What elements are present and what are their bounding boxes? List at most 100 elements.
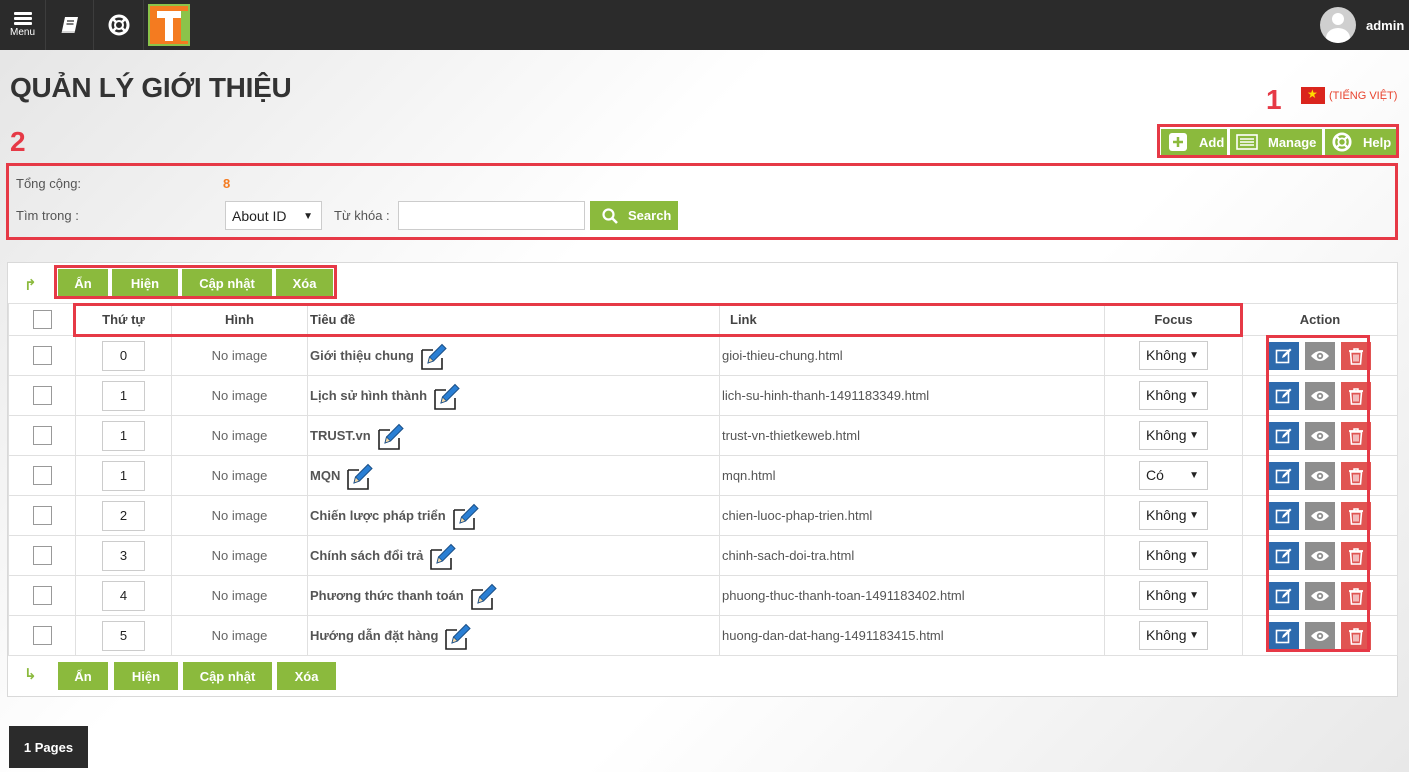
edit-pencil-icon[interactable] <box>431 382 461 412</box>
row-checkbox[interactable] <box>32 386 52 405</box>
avatar[interactable] <box>1320 7 1356 43</box>
highlight-box-5 <box>1266 335 1370 652</box>
help-lifebuoy-button[interactable] <box>94 0 144 50</box>
row-select-cell <box>8 575 76 616</box>
focus-value: Có <box>1146 467 1164 483</box>
focus-select[interactable]: Không ▼ <box>1139 541 1208 570</box>
delete-button-bottom[interactable]: Xóa <box>277 662 336 690</box>
caret-down-icon: ▼ <box>1189 510 1199 521</box>
order-input[interactable]: 2 <box>102 500 145 531</box>
focus-value: Không <box>1146 507 1187 523</box>
hide-button-bottom[interactable]: Ẩn <box>58 662 108 690</box>
title-cell: Giới thiệu chung <box>307 335 720 376</box>
focus-select[interactable]: Không ▼ <box>1139 501 1208 530</box>
row-checkbox[interactable] <box>32 586 52 605</box>
focus-cell: Không ▼ <box>1104 375 1243 416</box>
order-cell: 1 <box>75 455 172 496</box>
row-title[interactable]: Hướng dẫn đặt hàng <box>308 628 438 643</box>
caret-down-icon: ▼ <box>1189 430 1199 441</box>
row-title[interactable]: MQN <box>308 468 340 483</box>
edit-pencil-icon[interactable] <box>450 502 480 532</box>
link-cell: huong-dan-dat-hang-1491183415.html <box>719 615 1105 656</box>
focus-cell: Không ▼ <box>1104 495 1243 536</box>
select-all-checkbox[interactable] <box>32 310 52 329</box>
order-cell: 4 <box>75 575 172 616</box>
table-row: 5 No image Hướng dẫn đặt hàng huong-dan-dat… <box>8 615 1398 656</box>
row-checkbox[interactable] <box>32 546 52 565</box>
focus-cell: Có ▼ <box>1104 455 1243 496</box>
table-row: 4 No image Phương thức thanh toán phuong-th… <box>8 575 1398 616</box>
user-name[interactable]: admin <box>1366 18 1404 33</box>
focus-value: Không <box>1146 427 1187 443</box>
pagination-label[interactable]: 1 Pages <box>9 726 88 768</box>
row-select-cell <box>8 375 76 416</box>
focus-cell: Không ▼ <box>1104 415 1243 456</box>
focus-select[interactable]: Có ▼ <box>1139 461 1208 490</box>
edit-pencil-icon[interactable] <box>427 542 457 572</box>
highlight-box-1 <box>1157 124 1399 158</box>
language-switch[interactable]: (TIẾNG VIỆT) <box>1301 87 1397 104</box>
edit-pencil-icon[interactable] <box>442 622 472 652</box>
row-checkbox[interactable] <box>32 506 52 525</box>
focus-value: Không <box>1146 387 1187 403</box>
row-select-cell <box>8 615 76 656</box>
focus-value: Không <box>1146 627 1187 643</box>
order-input[interactable]: 0 <box>102 340 145 371</box>
table-row: 1 No image MQN mqn.html Có ▼ <box>8 455 1398 496</box>
row-checkbox[interactable] <box>32 346 52 365</box>
title-cell: MQN <box>307 455 720 496</box>
row-title[interactable]: Chiến lược pháp triển <box>308 508 446 523</box>
focus-select[interactable]: Không ▼ <box>1139 621 1208 650</box>
edit-pencil-icon[interactable] <box>375 422 405 452</box>
order-input[interactable]: 1 <box>102 420 145 451</box>
edit-pencil-icon[interactable] <box>468 582 498 612</box>
focus-cell: Không ▼ <box>1104 335 1243 376</box>
order-cell: 3 <box>75 535 172 576</box>
show-button-bottom[interactable]: Hiện <box>114 662 178 690</box>
row-title[interactable]: Giới thiệu chung <box>308 348 414 363</box>
row-select-cell <box>8 535 76 576</box>
row-select-cell <box>8 415 76 456</box>
order-input[interactable]: 1 <box>102 380 145 411</box>
link-cell: lich-su-hinh-thanh-1491183349.html <box>719 375 1105 416</box>
row-title[interactable]: Phương thức thanh toán <box>308 588 464 603</box>
edit-pencil-icon[interactable] <box>418 342 448 372</box>
image-cell: No image <box>171 375 308 416</box>
row-title[interactable]: Chính sách đổi trả <box>308 548 423 563</box>
edit-pencil-icon[interactable] <box>344 462 374 492</box>
row-checkbox[interactable] <box>32 426 52 445</box>
order-input[interactable]: 4 <box>102 580 145 611</box>
menu-button[interactable]: Menu <box>0 0 46 50</box>
col-action: Action <box>1242 303 1398 336</box>
annotation-1: 1 <box>1266 84 1282 115</box>
arrow-up-icon: ↱ <box>24 277 37 294</box>
row-title[interactable]: Lịch sử hình thành <box>308 388 427 403</box>
caret-down-icon: ▼ <box>1189 470 1199 481</box>
focus-select[interactable]: Không ▼ <box>1139 581 1208 610</box>
title-cell: Hướng dẫn đặt hàng <box>307 615 720 656</box>
table-row: 3 No image Chính sách đổi trả chinh-sach-do… <box>8 535 1398 576</box>
row-checkbox[interactable] <box>32 626 52 645</box>
focus-select[interactable]: Không ▼ <box>1139 341 1208 370</box>
focus-select[interactable]: Không ▼ <box>1139 421 1208 450</box>
book-button[interactable] <box>46 0 94 50</box>
row-title[interactable]: TRUST.vn <box>308 428 371 443</box>
order-input[interactable]: 3 <box>102 540 145 571</box>
focus-cell: Không ▼ <box>1104 535 1243 576</box>
table-row: 2 No image Chiến lược pháp triển chien-luoc… <box>8 495 1398 536</box>
row-checkbox[interactable] <box>32 466 52 485</box>
order-input[interactable]: 5 <box>102 620 145 651</box>
table-row: 1 No image Lịch sử hình thành lich-su-hinh-… <box>8 375 1398 416</box>
link-cell: chien-luoc-phap-trien.html <box>719 495 1105 536</box>
focus-select[interactable]: Không ▼ <box>1139 381 1208 410</box>
update-button-bottom[interactable]: Cập nhật <box>183 662 272 690</box>
order-input[interactable]: 1 <box>102 460 145 491</box>
caret-down-icon: ▼ <box>1189 350 1199 361</box>
highlight-box-4 <box>73 303 1243 337</box>
focus-cell: Không ▼ <box>1104 575 1243 616</box>
link-cell: trust-vn-thietkeweb.html <box>719 415 1105 456</box>
highlight-box-3 <box>54 265 337 299</box>
logo[interactable] <box>148 4 190 46</box>
caret-down-icon: ▼ <box>1189 390 1199 401</box>
caret-down-icon: ▼ <box>1189 550 1199 561</box>
